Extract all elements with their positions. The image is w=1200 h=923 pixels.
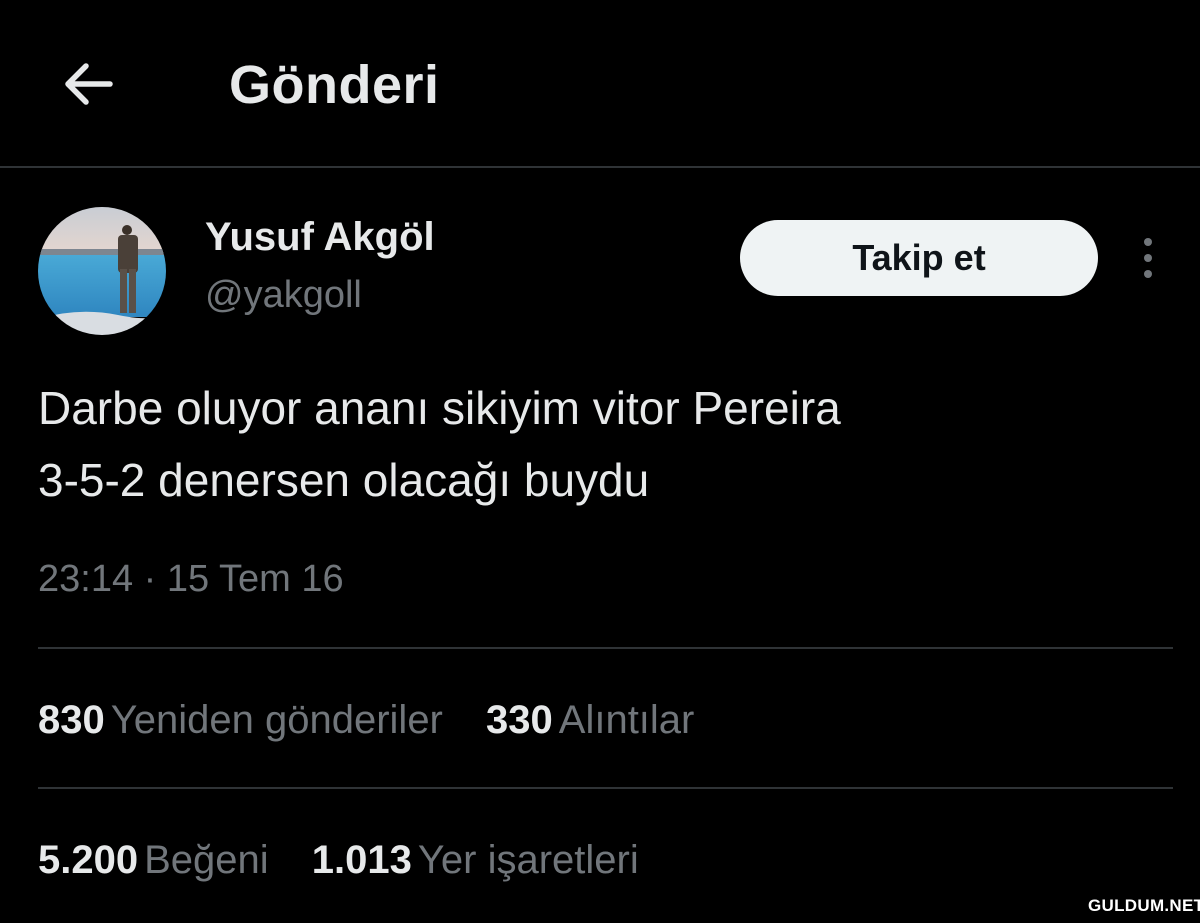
stats-row-engagement: 5.200 Beğeni 1.013 Yer işaretleri bbox=[38, 838, 671, 883]
likes-count: 5.200 bbox=[38, 838, 139, 882]
tweet-text: Darbe oluyor ananı sikiyim vitor Pereira… bbox=[38, 372, 1158, 516]
tweet-text-line: Darbe oluyor ananı sikiyim vitor Pereira bbox=[38, 382, 841, 434]
tweet-text-line: 3-5-2 denersen olacağı buydu bbox=[38, 454, 650, 506]
quotes-stat[interactable]: 330 Alıntılar bbox=[486, 698, 694, 743]
watermark: GULDUM.NET bbox=[1088, 896, 1200, 915]
more-options-button[interactable] bbox=[1128, 232, 1168, 284]
tweet-timestamp[interactable]: 23:14 · 15 Tem 16 bbox=[38, 558, 344, 601]
follow-button[interactable]: Takip et bbox=[740, 220, 1098, 296]
likes-label: Beğeni bbox=[144, 838, 269, 882]
top-header: Gönderi bbox=[0, 0, 1200, 168]
bookmarks-count: 1.013 bbox=[311, 838, 412, 882]
author-display-name[interactable]: Yusuf Akgöl bbox=[205, 215, 435, 260]
stats-row-shares: 830 Yeniden gönderiler 330 Alıntılar bbox=[38, 698, 726, 743]
retweets-label: Yeniden gönderiler bbox=[110, 698, 443, 742]
back-button[interactable] bbox=[56, 52, 120, 116]
retweets-count: 830 bbox=[38, 698, 105, 742]
avatar-photo bbox=[38, 207, 166, 335]
quotes-count: 330 bbox=[486, 698, 553, 742]
bookmarks-label: Yer işaretleri bbox=[417, 838, 639, 882]
more-vertical-icon bbox=[1144, 238, 1152, 278]
bookmarks-stat[interactable]: 1.013 Yer işaretleri bbox=[312, 838, 639, 883]
page-title: Gönderi bbox=[229, 55, 440, 115]
arrow-left-icon bbox=[65, 63, 113, 105]
quotes-label: Alıntılar bbox=[558, 698, 695, 742]
retweets-stat[interactable]: 830 Yeniden gönderiler bbox=[38, 698, 443, 743]
avatar[interactable] bbox=[38, 207, 166, 335]
author-handle[interactable]: @yakgoll bbox=[205, 274, 362, 317]
divider bbox=[38, 787, 1173, 789]
likes-stat[interactable]: 5.200 Beğeni bbox=[38, 838, 269, 883]
divider bbox=[38, 647, 1173, 649]
